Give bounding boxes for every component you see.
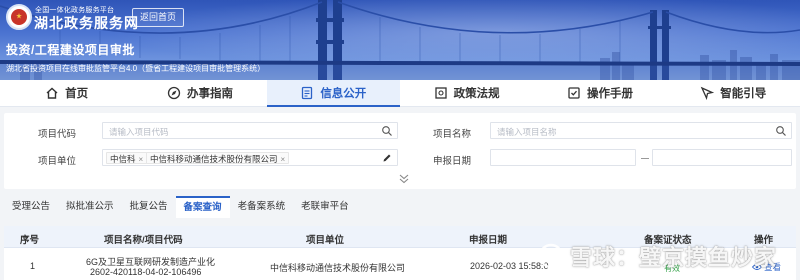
nav-label: 智能引导 (720, 88, 767, 100)
project-name-label: 项目名称 (432, 129, 471, 140)
search-icon[interactable] (381, 125, 393, 137)
nav-label: 信息公开 (320, 88, 367, 100)
row-date: 2026-02-03 15:58:0 (470, 261, 549, 271)
tab-acceptance[interactable]: 受理公告 (4, 196, 58, 218)
tag-close-icon[interactable]: × (281, 155, 286, 164)
nav-item-info-public[interactable]: 信息公开 (266, 80, 401, 107)
manual-icon (568, 87, 580, 99)
policy-icon (434, 87, 447, 99)
tab-approval[interactable]: 批复公告 (122, 196, 176, 218)
edit-icon[interactable] (381, 152, 393, 164)
nav-label: 办事指南 (186, 88, 233, 100)
date-range-separator (641, 158, 649, 159)
compass-icon (167, 86, 181, 100)
site-title[interactable]: 湖北政务服务网 (34, 13, 139, 33)
snowball-logo-icon (538, 243, 564, 269)
page-title: 投资/工程建设项目审批 (6, 43, 135, 57)
tab-old-joint-review[interactable]: 老联审平台 (293, 196, 357, 218)
project-name-input[interactable]: 请输入项目名称 (490, 122, 792, 139)
project-code-input[interactable]: 请输入项目代码 (102, 122, 398, 139)
query-tabs: 受理公告 拟批准公示 批复公告 备案查询 老备案系统 老联审平台 (4, 196, 357, 218)
page-subtitle: 湖北省投资项目在线审批监管平台4.0（暨省工程建设项目审批管理系统） (6, 64, 266, 73)
apply-date-end[interactable] (652, 149, 792, 166)
nav-item-home[interactable]: 首页 (0, 80, 133, 106)
emblem-icon (11, 9, 27, 25)
snowball-watermark: 雪球：璧京摸鱼炒家 (538, 240, 777, 272)
nav-label: 操作手册 (586, 88, 633, 100)
project-name-placeholder: 请输入项目名称 (497, 127, 557, 137)
nav-item-guide[interactable]: 办事指南 (133, 80, 266, 106)
col-project-name: 项目名称/项目代码 (104, 235, 183, 246)
col-date: 申报日期 (469, 235, 508, 246)
document-icon (302, 86, 313, 100)
row-project-code: 2602-420118-04-02-106496 (90, 267, 202, 277)
project-code-label: 项目代码 (37, 129, 76, 140)
site-logo[interactable] (6, 4, 32, 30)
expand-chevron-icon[interactable] (397, 173, 411, 185)
home-icon (46, 87, 58, 99)
tab-pre-approval[interactable]: 拟批准公示 (58, 196, 122, 218)
project-code-placeholder: 请输入项目代码 (109, 127, 169, 137)
search-icon[interactable] (775, 125, 787, 137)
search-panel: 项目代码 请输入项目代码 项目名称 请输入项目名称 项目单位 中信科 × 中信科移… (4, 113, 796, 189)
apply-date-start[interactable] (490, 149, 636, 166)
nav-item-policy[interactable]: 政策法规 (400, 80, 533, 106)
col-unit: 项目单位 (306, 235, 345, 246)
back-home-button[interactable]: 返回首页 (132, 8, 184, 27)
nav-item-manual[interactable]: 操作手册 (533, 80, 666, 106)
unit-tag[interactable]: 中信科移动通信技术股份有限公司 × (146, 152, 290, 164)
header-banner: 全国一体化政务服务平台 湖北政务服务网 返回首页 投资/工程建设项目审批 湖北省… (0, 0, 800, 80)
nav-item-smart-guide[interactable]: 智能引导 (667, 80, 800, 106)
row-index: 1 (30, 261, 36, 271)
row-unit: 中信科移动通信技术股份有限公司 (270, 263, 406, 273)
tag-close-icon[interactable]: × (139, 155, 144, 164)
tab-filing-query[interactable]: 备案查询 (175, 196, 230, 218)
col-index: 序号 (20, 235, 40, 246)
project-unit-label: 项目单位 (37, 156, 76, 167)
watermark-text: 雪球：璧京摸鱼炒家 (570, 245, 778, 270)
main-nav: 首页 办事指南 信息公开 政策法规 操作手册 智能引导 (0, 80, 800, 107)
project-unit-select[interactable]: 中信科 × 中信科移动通信技术股份有限公司 × (102, 149, 398, 166)
unit-tag[interactable]: 中信科 × (106, 152, 148, 164)
apply-date-label: 申报日期 (432, 156, 471, 167)
nav-label: 首页 (65, 88, 89, 100)
guide-icon (701, 86, 715, 100)
nav-label: 政策法规 (453, 88, 500, 100)
tab-old-filing[interactable]: 老备案系统 (230, 196, 294, 218)
